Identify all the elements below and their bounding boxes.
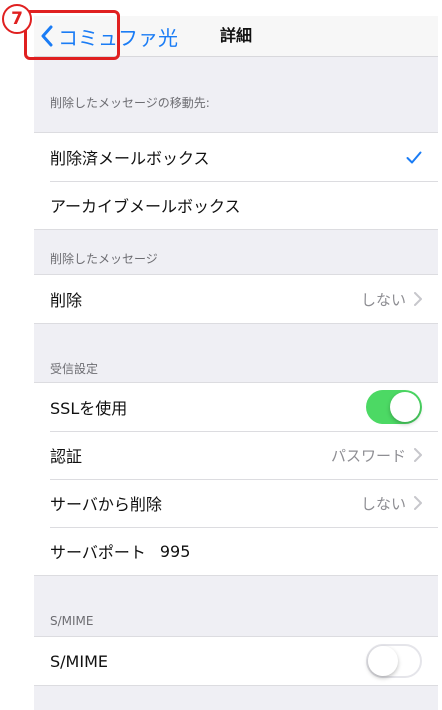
option-trash-mailbox[interactable]: 削除済メールボックス xyxy=(34,133,438,181)
smime-label: S/MIME xyxy=(50,651,108,671)
group-smime: S/MIME xyxy=(34,636,438,686)
section-header-smime: S/MIME xyxy=(50,614,94,628)
server-port-value: 995 xyxy=(159,541,191,561)
auth-row[interactable]: 認証 パスワード xyxy=(34,431,438,479)
chevron-right-icon xyxy=(414,292,422,306)
page-title: 詳細 xyxy=(220,26,253,45)
step-number-badge: 7 xyxy=(2,4,32,34)
group-deleted-messages: 削除 しない xyxy=(34,274,438,324)
delete-setting-label: 削除 xyxy=(50,291,83,310)
section-header-deleted-move: 削除したメッセージの移動先: xyxy=(50,96,210,110)
server-delete-label: サーバから削除 xyxy=(50,495,162,514)
auth-label: 認証 xyxy=(50,447,83,466)
chevron-right-icon xyxy=(414,496,422,510)
group-deleted-move: 削除済メールボックス アーカイブメールボックス xyxy=(34,132,438,230)
section-header-incoming: 受信設定 xyxy=(50,362,99,376)
server-port-label: サーバポート xyxy=(50,543,146,562)
option-archive-mailbox-label: アーカイブメールボックス xyxy=(50,197,241,216)
auth-value: パスワード xyxy=(330,446,406,465)
group-incoming: SSLを使用 認証 パスワード サーバから削除 しない サーバポート 995 xyxy=(34,382,438,576)
chevron-right-icon xyxy=(414,448,422,462)
highlight-box xyxy=(24,10,120,60)
server-port-row[interactable]: サーバポート 995 xyxy=(34,527,438,575)
smime-toggle[interactable] xyxy=(366,644,422,678)
section-header-deleted-messages: 削除したメッセージ xyxy=(50,252,158,266)
option-archive-mailbox[interactable]: アーカイブメールボックス xyxy=(34,181,438,229)
option-trash-mailbox-label: 削除済メールボックス xyxy=(50,149,210,168)
smime-row: S/MIME xyxy=(34,637,438,685)
ssl-row: SSLを使用 xyxy=(34,383,438,431)
settings-screen: コミュファ光 詳細 削除したメッセージの移動先: 削除済メールボックス アーカイ… xyxy=(34,16,438,710)
delete-setting-value: しない xyxy=(360,290,406,309)
ssl-label: SSLを使用 xyxy=(50,399,128,418)
delete-setting-row[interactable]: 削除 しない xyxy=(34,275,438,323)
server-delete-row[interactable]: サーバから削除 しない xyxy=(34,479,438,527)
toggle-knob xyxy=(368,646,398,676)
server-delete-value: しない xyxy=(360,494,406,513)
checkmark-icon xyxy=(406,151,422,163)
toggle-knob xyxy=(390,392,420,422)
ssl-toggle[interactable] xyxy=(366,390,422,424)
